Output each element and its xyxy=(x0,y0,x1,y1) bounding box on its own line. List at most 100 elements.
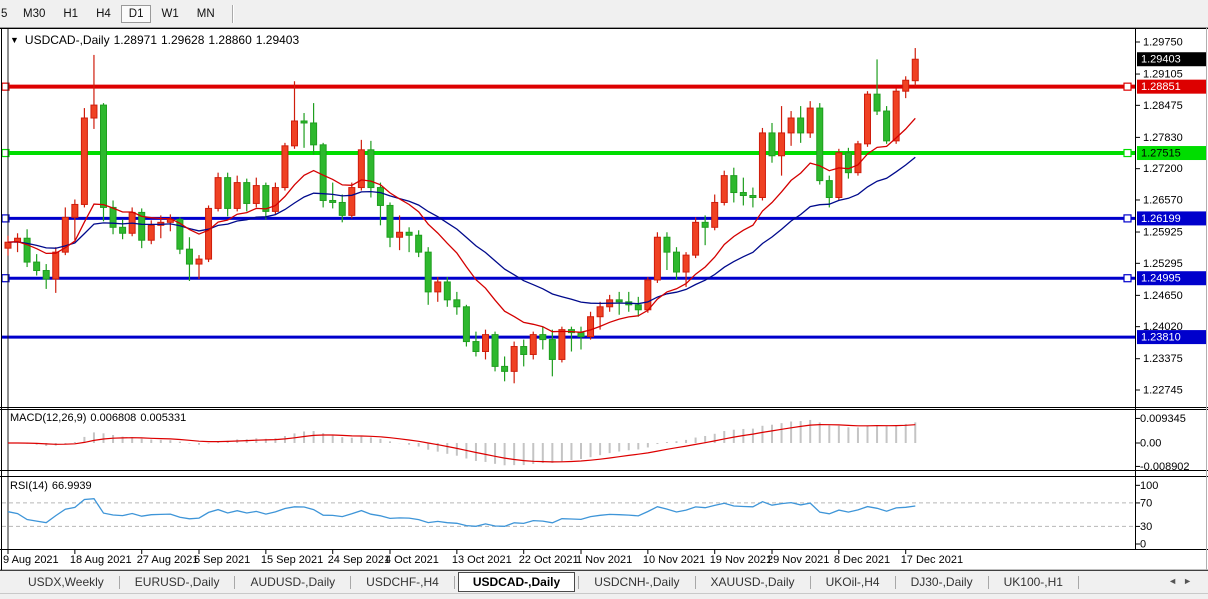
ohlc-open: 1.28971 xyxy=(114,33,157,47)
candle-body xyxy=(253,186,259,204)
candle-body xyxy=(798,118,804,133)
toolbar-separator xyxy=(232,5,233,23)
candle-body xyxy=(387,205,393,237)
price-badge-text: 1.26199 xyxy=(1141,213,1181,225)
chart-collapse-icon[interactable]: ▼ xyxy=(10,35,19,45)
time-tick-label: 19 Nov 2021 xyxy=(710,554,772,566)
hline-anchor-right-1.27515[interactable] xyxy=(1124,150,1131,157)
time-tick-label: 4 Oct 2021 xyxy=(385,554,439,566)
time-tick-label: 10 Nov 2021 xyxy=(643,554,705,566)
candle-body xyxy=(559,330,565,360)
candle-body xyxy=(912,59,918,80)
price-tick-label: 1.23375 xyxy=(1143,353,1183,365)
rsi-label: RSI(14)66.9939 xyxy=(10,480,96,492)
chart-title: ▼USDCAD-,Daily1.289711.296281.288601.294… xyxy=(10,33,303,47)
chart-window: 1.297501.291051.284751.278301.272001.265… xyxy=(0,28,1208,571)
chart-tab-usdchfh4[interactable]: USDCHF-,H4 xyxy=(354,573,451,591)
timeframe-button-5[interactable]: 5 xyxy=(1,5,13,23)
rsi-tick-label: 100 xyxy=(1140,480,1158,492)
candle-body xyxy=(836,153,842,198)
price-tick-label: 1.27830 xyxy=(1143,132,1183,144)
chart-tabbar: USDX,Weekly EURUSD-,Daily AUDUSD-,Daily USD… xyxy=(0,571,1208,594)
candle-body xyxy=(311,123,317,145)
candle-body xyxy=(740,193,746,196)
candle-body xyxy=(597,307,603,317)
candle-body xyxy=(893,91,899,141)
candle-body xyxy=(807,108,813,133)
candle-body xyxy=(540,335,546,340)
time-tick-label: 1 Nov 2021 xyxy=(576,554,632,566)
candle-body xyxy=(483,335,489,352)
candle-body xyxy=(148,225,154,240)
candle-body xyxy=(320,145,326,201)
candle-body xyxy=(759,133,765,198)
candle-body xyxy=(473,342,479,352)
price-badge-text: 1.29403 xyxy=(1141,54,1181,66)
price-tick-label: 1.25295 xyxy=(1143,258,1183,270)
tab-separator xyxy=(234,576,235,589)
tab-separator xyxy=(350,576,351,589)
price-badge-text: 1.27515 xyxy=(1141,148,1181,160)
chart-tab-usdcaddaily[interactable]: USDCAD-,Daily xyxy=(458,572,575,592)
candle-body xyxy=(234,183,240,209)
rsi-name: RSI(14) xyxy=(10,480,48,492)
chart-tab-ukoilh4[interactable]: UKOil-,H4 xyxy=(814,573,892,591)
candle-body xyxy=(903,80,909,91)
time-tick-label: 8 Dec 2021 xyxy=(834,554,890,566)
candle-body xyxy=(339,202,345,215)
candle-body xyxy=(244,183,250,204)
candle-body xyxy=(683,255,689,272)
time-tick-label: 29 Nov 2021 xyxy=(767,554,829,566)
candle-body xyxy=(463,307,469,342)
candle-body xyxy=(454,300,460,307)
macd-value-main: 0.006808 xyxy=(90,412,136,424)
timeframe-button-w1[interactable]: W1 xyxy=(153,5,186,23)
timeframe-button-mn[interactable]: MN xyxy=(189,5,223,23)
timeframe-button-d1[interactable]: D1 xyxy=(121,5,152,23)
chart-tab-audusddaily[interactable]: AUDUSD-,Daily xyxy=(238,573,347,591)
ohlc-low: 1.28860 xyxy=(208,33,251,47)
candle-body xyxy=(511,347,517,372)
chart-tab-dj30daily[interactable]: DJ30-,Daily xyxy=(899,573,985,591)
candle-body xyxy=(731,176,737,193)
candle-body xyxy=(702,222,708,227)
chart-tab-eurusddaily[interactable]: EURUSD-,Daily xyxy=(123,573,232,591)
timeframe-button-h4[interactable]: H4 xyxy=(88,5,119,23)
candle-body xyxy=(530,335,536,355)
hline-anchor-right-1.28851[interactable] xyxy=(1124,83,1131,90)
tab-separator xyxy=(578,576,579,589)
timeframe-button-m30[interactable]: M30 xyxy=(15,5,53,23)
chart-tab-usdcnhdaily[interactable]: USDCNH-,Daily xyxy=(582,573,691,591)
candle-body xyxy=(292,121,298,146)
candle-body xyxy=(865,94,871,144)
candle-body xyxy=(206,208,212,259)
macd-tick-label: -0.008902 xyxy=(1140,461,1190,473)
candle-body xyxy=(779,133,785,156)
rsi-tick-label: 70 xyxy=(1140,497,1152,509)
macd-tick-label: 0.00 xyxy=(1140,438,1161,450)
chart-tab-usdxweekly[interactable]: USDX,Weekly xyxy=(16,573,116,591)
chart-background xyxy=(0,28,1208,571)
candle-body xyxy=(502,366,508,371)
hline-anchor-right-1.24995[interactable] xyxy=(1124,275,1131,282)
tab-separator xyxy=(895,576,896,589)
chart-tab-xauusddaily[interactable]: XAUUSD-,Daily xyxy=(699,573,807,591)
candle-body xyxy=(874,94,880,111)
candle-body xyxy=(855,144,861,173)
chart-symbol-label: USDCAD-,Daily xyxy=(25,33,110,47)
candle-body xyxy=(120,227,126,233)
price-tick-label: 1.25925 xyxy=(1143,227,1183,239)
bottom-strip xyxy=(0,594,1208,599)
ohlc-close: 1.29403 xyxy=(256,33,299,47)
chart-tab-uk100h1[interactable]: UK100-,H1 xyxy=(992,573,1075,591)
candle-body xyxy=(635,305,641,310)
price-tick-label: 1.22745 xyxy=(1143,385,1183,397)
candle-body xyxy=(272,188,278,212)
timeframe-button-h1[interactable]: H1 xyxy=(55,5,86,23)
tab-scroll-arrows[interactable]: ◄► xyxy=(1168,576,1198,586)
price-badge-text: 1.28851 xyxy=(1141,81,1181,93)
rsi-tick-label: 30 xyxy=(1140,521,1152,533)
price-tick-label: 1.28475 xyxy=(1143,100,1183,112)
hline-anchor-right-1.26199[interactable] xyxy=(1124,215,1131,222)
candle-body xyxy=(101,105,107,207)
